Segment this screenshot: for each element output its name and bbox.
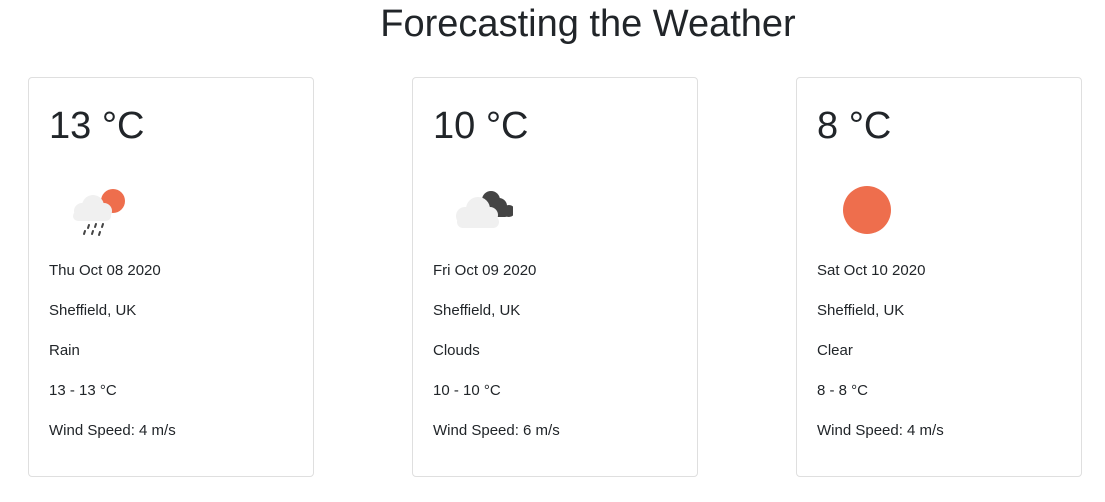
forecast-condition: Clouds bbox=[433, 342, 480, 359]
clear-sun-icon bbox=[817, 173, 897, 243]
temperature: 8 °C bbox=[817, 105, 892, 147]
forecast-date: Thu Oct 08 2020 bbox=[49, 262, 161, 279]
temperature-range: 13 - 13 °C bbox=[49, 382, 117, 399]
forecast-card: 13 °C Thu Oct 08 2020 Sheffield, UK Rain… bbox=[28, 77, 314, 477]
temperature-range: 10 - 10 °C bbox=[433, 382, 501, 399]
page-title: Forecasting the Weather bbox=[380, 3, 796, 45]
clouds-icon bbox=[433, 173, 515, 243]
temperature: 13 °C bbox=[49, 105, 145, 147]
forecast-date: Sat Oct 10 2020 bbox=[817, 262, 926, 279]
temperature: 10 °C bbox=[433, 105, 529, 147]
wind-speed: Wind Speed: 6 m/s bbox=[433, 422, 560, 439]
wind-speed: Wind Speed: 4 m/s bbox=[49, 422, 176, 439]
forecast-condition: Rain bbox=[49, 342, 80, 359]
temperature-range: 8 - 8 °C bbox=[817, 382, 869, 399]
forecast-card: 10 °C Fri Oct 09 2020 Sheffield, UK Clou… bbox=[412, 77, 698, 477]
forecast-location: Sheffield, UK bbox=[817, 302, 905, 319]
forecast-location: Sheffield, UK bbox=[433, 302, 521, 319]
forecast-card: 8 °C Sat Oct 10 2020 Sheffield, UK Clear… bbox=[796, 77, 1082, 477]
forecast-location: Sheffield, UK bbox=[49, 302, 137, 319]
rain-cloud-sun-icon bbox=[49, 173, 129, 243]
wind-speed: Wind Speed: 4 m/s bbox=[817, 422, 944, 439]
forecast-date: Fri Oct 09 2020 bbox=[433, 262, 537, 279]
forecast-condition: Clear bbox=[817, 342, 853, 359]
